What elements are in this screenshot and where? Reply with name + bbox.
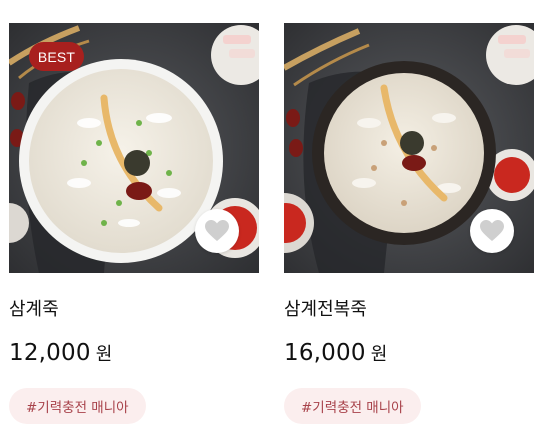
heart-icon: [480, 220, 504, 241]
product-name[interactable]: 삼계죽: [9, 299, 259, 321]
product-price: 12,000 원: [9, 339, 259, 367]
price-currency: 원: [95, 344, 113, 365]
product-card[interactable]: BEST 삼계죽 12,000 원 #기력충전 매니아: [9, 23, 259, 424]
product-card[interactable]: 삼계전복죽 16,000 원 #기력충전 매니아: [284, 23, 534, 424]
hashtag-chip[interactable]: #기력충전 매니아: [284, 388, 421, 424]
price-amount: 12,000: [9, 340, 91, 366]
hashtag-chip[interactable]: #기력충전 매니아: [9, 388, 146, 424]
product-image[interactable]: [284, 23, 534, 273]
product-price: 16,000 원: [284, 339, 534, 367]
price-currency: 원: [370, 344, 388, 365]
wishlist-button[interactable]: [195, 209, 239, 253]
product-image[interactable]: BEST: [9, 23, 259, 273]
price-amount: 16,000: [284, 340, 366, 366]
product-name[interactable]: 삼계전복죽: [284, 299, 534, 321]
wishlist-button[interactable]: [470, 209, 514, 253]
best-badge: BEST: [29, 42, 84, 71]
heart-icon: [205, 220, 229, 241]
